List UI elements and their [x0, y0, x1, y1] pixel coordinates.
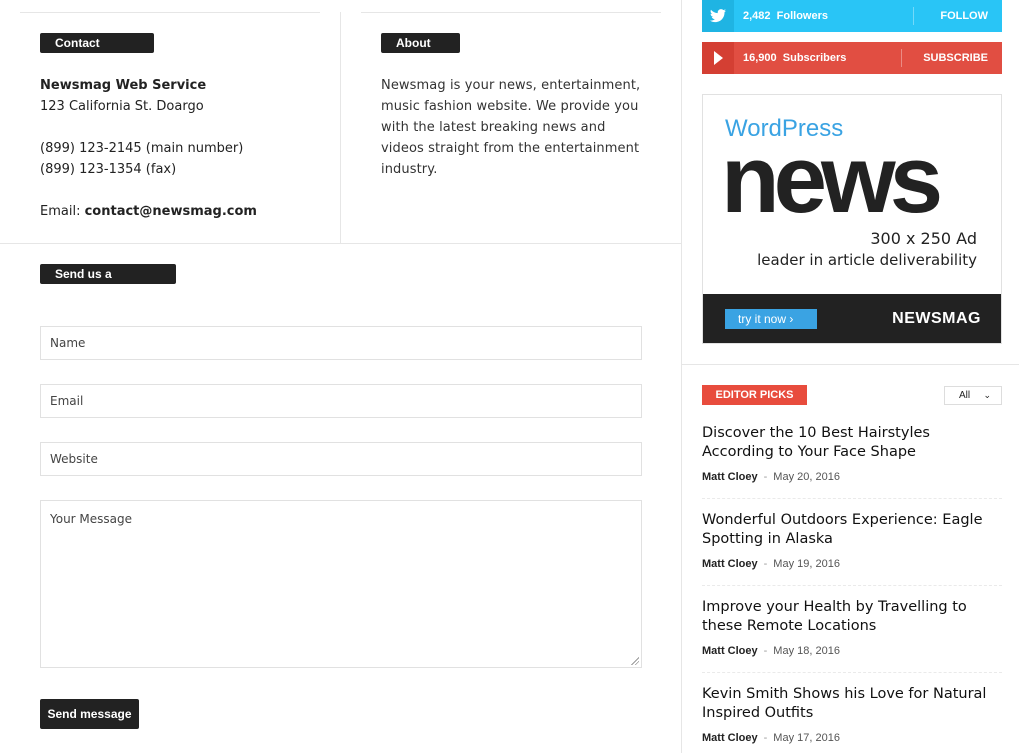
article-date: May 20, 2016 [773, 471, 840, 483]
twitter-follow-button[interactable]: FOLLOW [940, 0, 988, 32]
article-title[interactable]: Kevin Smith Shows his Love for Natural I… [702, 685, 1002, 723]
address: 123 California St. Doargo [40, 99, 204, 114]
youtube-separator [901, 49, 902, 67]
about-text: Newsmag is your news, entertainment, mus… [381, 78, 641, 177]
twitter-separator [913, 7, 914, 25]
ad-tagline: leader in article deliverability [757, 251, 977, 269]
article-meta: Matt Cloey - May 18, 2016 [702, 645, 840, 657]
ad-bottom-bar: try it now › NEWSMAG [703, 294, 1001, 343]
ad-size-text: 300 x 250 Ad [870, 229, 977, 248]
youtube-count: 16,900 Subscribers [743, 52, 847, 64]
twitter-follow-bar[interactable]: 2,482 Followers FOLLOW [702, 0, 1002, 32]
resize-handle-icon[interactable] [631, 657, 639, 665]
article-separator [702, 585, 1002, 586]
website-input[interactable]: Website [40, 442, 642, 476]
article-date: May 17, 2016 [773, 732, 840, 744]
email-line: Email: contact@newsmag.com [40, 201, 257, 222]
article-author[interactable]: Matt Cloey [702, 645, 758, 657]
article-author[interactable]: Matt Cloey [702, 732, 758, 744]
article-date: May 19, 2016 [773, 558, 840, 570]
ad-banner[interactable]: WordPress news 300 x 250 Ad leader in ar… [702, 94, 1002, 344]
message-placeholder: Your Message [50, 512, 133, 526]
article-title[interactable]: Wonderful Outdoors Experience: Eagle Spo… [702, 511, 1002, 549]
send-message-label: Send us a message! [40, 264, 176, 301]
youtube-subscribe-button[interactable]: SUBSCRIBE [923, 42, 988, 74]
twitter-count: 2,482 Followers [743, 10, 828, 22]
picks-filter-dropdown[interactable]: All ⌄ [944, 386, 1002, 405]
article-item[interactable]: Discover the 10 Best Hairstyles Accordin… [702, 424, 1002, 483]
article-title[interactable]: Improve your Health by Travelling to the… [702, 598, 1002, 636]
section-divider [0, 243, 681, 244]
email-input[interactable]: Email [40, 384, 642, 418]
contact-details-label: Contact Details [40, 33, 154, 70]
send-message-button[interactable]: Send message [40, 699, 139, 729]
article-item[interactable]: Wonderful Outdoors Experience: Eagle Spo… [702, 511, 1002, 570]
article-separator [702, 498, 1002, 499]
ad-brand-big: news [721, 126, 943, 233]
phone-main: (899) 123-2145 (main number) [40, 141, 244, 156]
article-author[interactable]: Matt Cloey [702, 471, 758, 483]
email-link[interactable]: contact@newsmag.com [85, 204, 257, 219]
sidebar-divider [681, 0, 682, 753]
ad-try-button[interactable]: try it now › [725, 309, 817, 329]
picks-filter-value: All [959, 390, 971, 401]
article-item[interactable]: Improve your Health by Travelling to the… [702, 598, 1002, 657]
chevron-down-icon: ⌄ [983, 390, 991, 400]
article-meta: Matt Cloey - May 19, 2016 [702, 558, 840, 570]
editor-picks-label: EDITOR PICKS [702, 385, 807, 405]
article-item[interactable]: Kevin Smith Shows his Love for Natural I… [702, 685, 1002, 744]
about-us-label: About us [381, 33, 460, 70]
youtube-subscribe-bar[interactable]: 16,900 Subscribers SUBSCRIBE [702, 42, 1002, 74]
article-date: May 18, 2016 [773, 645, 840, 657]
top-divider-right [361, 12, 661, 13]
phone-fax: (899) 123-1354 (fax) [40, 162, 177, 177]
email-label: Email: [40, 204, 85, 219]
name-input[interactable]: Name [40, 326, 642, 360]
ad-brand-bottom: NEWSMAG [892, 310, 981, 327]
article-author[interactable]: Matt Cloey [702, 558, 758, 570]
article-title[interactable]: Discover the 10 Best Hairstyles Accordin… [702, 424, 1002, 462]
article-meta: Matt Cloey - May 20, 2016 [702, 471, 840, 483]
youtube-play-icon [702, 42, 734, 74]
message-textarea[interactable]: Your Message [40, 500, 642, 668]
sidebar-section-divider [681, 364, 1019, 365]
article-meta: Matt Cloey - May 17, 2016 [702, 732, 840, 744]
twitter-icon [702, 0, 734, 32]
article-separator [702, 672, 1002, 673]
top-divider-left [20, 12, 320, 13]
column-divider [340, 12, 341, 243]
company-name: Newsmag Web Service [40, 78, 207, 93]
